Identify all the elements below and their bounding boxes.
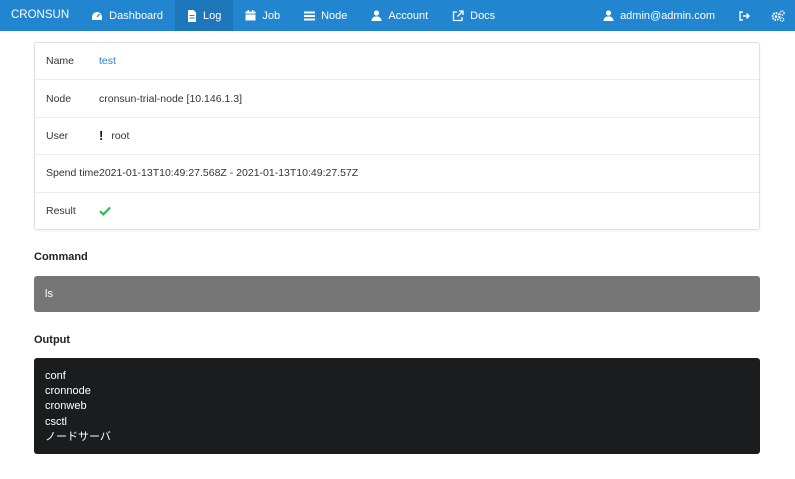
detail-row-result: Result xyxy=(35,193,759,230)
output-box: conf cronnode cronweb csctl ノードサーバ xyxy=(34,358,760,454)
nav-right: admin@admin.com xyxy=(591,0,795,31)
cogs-icon xyxy=(771,9,785,22)
nav-job[interactable]: Job xyxy=(233,0,292,31)
nav-dashboard-label: Dashboard xyxy=(109,9,163,22)
user-value: root xyxy=(111,129,130,142)
sign-out-icon xyxy=(738,10,750,21)
node-value: cronsun-trial-node [10.146.1.3] xyxy=(99,92,243,105)
command-box: ls xyxy=(34,276,760,312)
output-heading: Output xyxy=(34,334,71,346)
user-menu[interactable]: admin@admin.com xyxy=(591,0,727,31)
detail-row-name: Name test xyxy=(35,43,759,81)
nav-job-label: Job xyxy=(262,9,281,22)
exclamation-icon: ! xyxy=(99,128,104,144)
node-label: Node xyxy=(46,92,72,105)
user-email: admin@admin.com xyxy=(620,9,715,22)
dashboard-icon xyxy=(92,11,103,20)
job-name-link[interactable]: test xyxy=(99,55,759,67)
result-value xyxy=(99,206,759,217)
user-label: User xyxy=(46,129,69,142)
command-heading: Command xyxy=(34,251,88,263)
nav-docs[interactable]: Docs xyxy=(440,0,507,31)
result-label: Result xyxy=(46,205,76,218)
name-label: Name xyxy=(46,55,75,68)
brand-logo[interactable]: CRONSUN xyxy=(0,0,79,31)
detail-row-node: Node cronsun-trial-node [10.146.1.3] xyxy=(35,80,759,118)
detail-row-user: User ! root xyxy=(35,118,759,156)
calendar-icon xyxy=(245,10,256,21)
output-line: cronnode xyxy=(45,385,91,398)
user-icon xyxy=(371,10,382,21)
list-icon xyxy=(304,11,316,20)
file-icon xyxy=(187,9,196,22)
logout-button[interactable] xyxy=(727,0,761,31)
nav-account-label: Account xyxy=(388,9,429,22)
detail-row-spend-time: Spend time 2021-01-13T10:49:27.568Z - 20… xyxy=(35,155,759,193)
log-detail-card: Name test Node cronsun-trial-node [10.14… xyxy=(34,42,760,230)
nav-log-label: Log xyxy=(202,9,222,22)
output-line: ノードサーバ xyxy=(45,430,111,443)
nav-node-label: Node xyxy=(321,9,348,22)
user-icon xyxy=(603,10,614,21)
top-nav: CRONSUN Dashboard Log Job Node Account D… xyxy=(0,0,795,31)
output-line: cronweb xyxy=(45,400,87,413)
command-text: ls xyxy=(45,288,53,300)
nav-account[interactable]: Account xyxy=(359,0,440,31)
output-line: conf xyxy=(45,370,66,382)
spend-time-value: 2021-01-13T10:49:27.568Z - 2021-01-13T10… xyxy=(99,167,359,180)
external-link-icon xyxy=(452,9,464,21)
output-line: csctl xyxy=(45,415,67,428)
spend-time-label: Spend time xyxy=(46,167,100,180)
nav-docs-label: Docs xyxy=(470,9,496,22)
check-icon xyxy=(99,207,111,217)
user-value-cell: ! root xyxy=(99,128,759,143)
nav-node[interactable]: Node xyxy=(292,0,359,31)
nav-log[interactable]: Log xyxy=(174,0,234,31)
nav-dashboard[interactable]: Dashboard xyxy=(79,0,175,31)
settings-button[interactable] xyxy=(761,0,795,31)
